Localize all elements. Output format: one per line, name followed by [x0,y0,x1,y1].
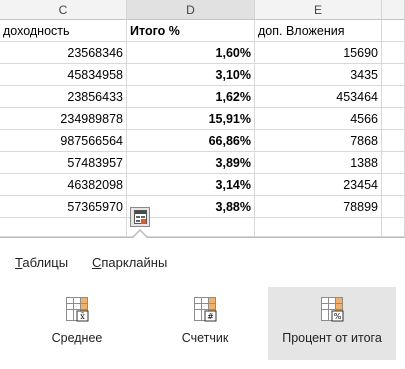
cell-e[interactable]: 4566 [255,108,382,130]
cell-f[interactable] [382,196,405,218]
cell-c-header[interactable]: доходность [0,20,127,42]
cell-f[interactable] [382,174,405,196]
cell-f[interactable] [382,20,405,42]
percent-total-icon: % [321,297,344,322]
quick-analysis-icon [134,210,147,224]
cell-d[interactable]: 1,60% [127,42,255,64]
column-header-e[interactable]: E [255,0,382,20]
spreadsheet-grid: C D E доходность Итого % доп. Вложения 2… [0,0,405,237]
cell-e[interactable]: 78899 [255,196,382,218]
svg-text:%: % [334,312,342,321]
cell-c[interactable]: 234989878 [0,108,127,130]
cell-f[interactable] [382,152,405,174]
cell-e[interactable]: 3435 [255,64,382,86]
cell-d[interactable]: 66,86% [127,130,255,152]
cell-c[interactable]: 23568346 [0,42,127,64]
cell-e[interactable]: 15690 [255,42,382,64]
cell-e[interactable]: 7868 [255,130,382,152]
tab-sparklines[interactable]: Спарклайны [92,255,167,270]
cell-d-header[interactable]: Итого % [127,20,255,42]
panel-pointer-inner [132,231,148,239]
tab-tables-label: аблицы [22,255,69,270]
count-label: Счетчик [181,331,229,345]
cell-e[interactable]: 23454 [255,174,382,196]
svg-text:x̄: x̄ [80,312,85,321]
cell-f[interactable] [382,108,405,130]
cell-c[interactable]: 987566564 [0,130,127,152]
average-icon: x̄ [66,297,89,322]
average-label: Среднее [51,331,103,345]
cell-f[interactable] [382,42,405,64]
tab-tables[interactable]: Таблицы [15,255,68,270]
cell-d[interactable]: 1,62% [127,86,255,108]
cell-c[interactable]: 57365970 [0,196,127,218]
count-button[interactable]: # Счетчик [170,287,240,360]
cell-c[interactable]: 23856433 [0,86,127,108]
cell-c[interactable]: 45834958 [0,64,127,86]
cell-f[interactable] [382,64,405,86]
cell-f[interactable] [382,130,405,152]
percent-total-button[interactable]: % Процент от итога [268,287,396,360]
cell-c-empty[interactable] [0,218,127,237]
quick-analysis-button[interactable] [130,207,150,227]
count-icon: # [194,297,217,322]
cell-d[interactable]: 3,10% [127,64,255,86]
tab-sparklines-hotkey: С [92,255,102,270]
average-button[interactable]: x̄ Среднее [42,287,112,360]
column-header-f[interactable] [382,0,405,20]
tab-sparklines-label: парклайны [101,255,168,270]
cell-c[interactable]: 57483957 [0,152,127,174]
percent-total-label: Процент от итога [282,331,382,345]
cell-d[interactable]: 15,91% [127,108,255,130]
cell-d[interactable]: 3,14% [127,174,255,196]
cell-d[interactable]: 3,89% [127,152,255,174]
column-header-d[interactable]: D [127,0,255,20]
cell-c[interactable]: 46382098 [0,174,127,196]
column-header-c[interactable]: C [0,0,127,20]
cell-f-empty[interactable] [382,218,405,237]
cell-e[interactable]: 453464 [255,86,382,108]
svg-text:#: # [207,312,214,321]
cell-e-header[interactable]: доп. Вложения [255,20,382,42]
cell-e-empty[interactable] [255,218,382,237]
cell-e[interactable]: 1388 [255,152,382,174]
cell-f[interactable] [382,86,405,108]
